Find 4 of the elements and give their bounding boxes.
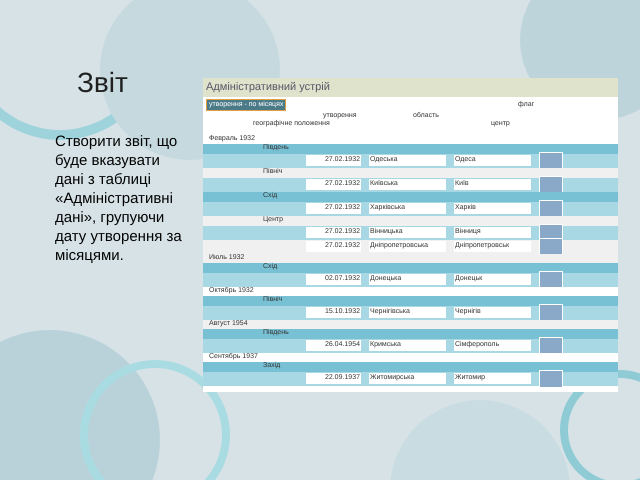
task-description: Створити звіт, що буде вказувати дані з таблиці «Адміністративні дані», групуючи дату утворення за місяцями. [55, 132, 183, 265]
flag-image-placeholder [539, 370, 563, 388]
report-title: Адміністративний устрій [203, 78, 618, 96]
slide-title: Звіт [76, 66, 129, 100]
